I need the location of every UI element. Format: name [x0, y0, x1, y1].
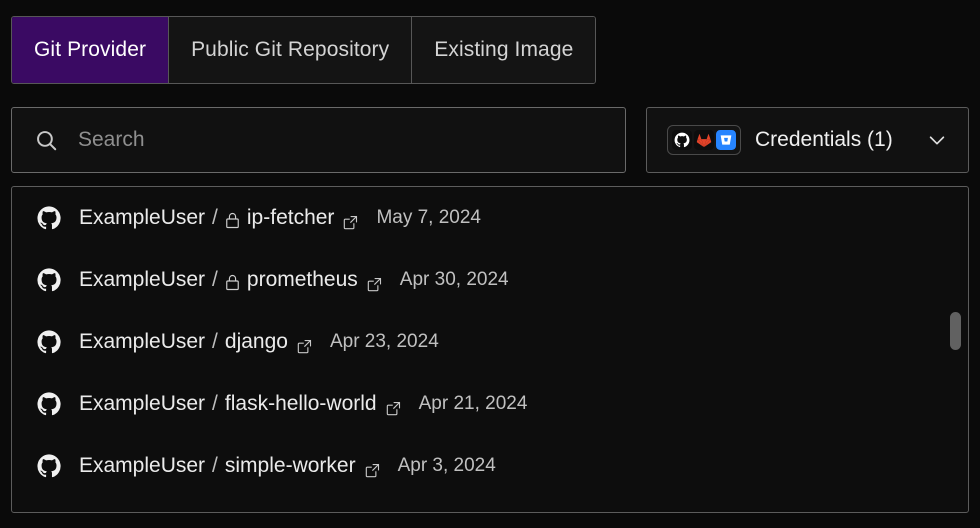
external-link-icon[interactable]: [365, 460, 380, 477]
repository-row[interactable]: ExampleUser / ip-fetcher May 7, 2024: [12, 187, 968, 249]
path-separator: /: [212, 330, 218, 353]
tab-public-git-repository[interactable]: Public Git Repository: [169, 17, 413, 83]
repository-updated-date: Apr 21, 2024: [418, 393, 528, 414]
repo-list-scrollbar[interactable]: [950, 312, 961, 350]
repository-owner: ExampleUser: [79, 392, 206, 415]
repository-path: ExampleUser / simple-worker: [79, 454, 380, 478]
path-separator: /: [212, 268, 218, 291]
lock-icon: [225, 211, 240, 228]
repository-name: ip-fetcher: [246, 206, 335, 229]
credentials-label: Credentials (1): [755, 128, 893, 151]
path-separator: /: [212, 206, 218, 229]
repository-owner: ExampleUser: [79, 454, 206, 477]
repository-row[interactable]: ExampleUser / simple-worker Apr 3, 2024: [12, 435, 968, 497]
repository-row[interactable]: ExampleUser / prometheus Apr 30, 2024: [12, 249, 968, 311]
credentials-dropdown[interactable]: Credentials (1): [646, 107, 969, 173]
repository-list-panel: ExampleUser / ip-fetcher May 7, 2024 Example…: [11, 186, 969, 513]
repository-picker-page: Git Provider Public Git Repository Existin…: [0, 0, 980, 528]
external-link-icon[interactable]: [297, 336, 312, 353]
repository-name: django: [224, 330, 288, 353]
repository-path: ExampleUser / flask-hello-world: [79, 392, 401, 416]
lock-icon: [225, 273, 240, 290]
github-icon: [36, 329, 62, 355]
github-icon: [36, 205, 62, 231]
tab-existing-image[interactable]: Existing Image: [412, 17, 596, 83]
github-icon: [36, 267, 62, 293]
repository-name: simple-worker: [224, 454, 356, 477]
repository-path: ExampleUser / django: [79, 330, 312, 354]
gitlab-icon: [693, 129, 715, 151]
external-link-icon[interactable]: [367, 274, 382, 291]
repository-name: prometheus: [246, 268, 358, 291]
repository-name: flask-hello-world: [224, 392, 377, 415]
tab-git-provider[interactable]: Git Provider: [12, 17, 170, 83]
repository-updated-date: Apr 23, 2024: [329, 331, 439, 352]
path-separator: /: [212, 392, 218, 415]
credential-provider-icons: [667, 125, 741, 155]
repository-path: ExampleUser / ip-fetcher: [79, 206, 358, 230]
source-type-tabs: Git Provider Public Git Repository Existin…: [11, 16, 597, 84]
github-icon: [36, 453, 62, 479]
repository-row[interactable]: ExampleUser / flask-hello-world Apr 21, 202…: [12, 373, 968, 435]
external-link-icon[interactable]: [386, 398, 401, 415]
repository-owner: ExampleUser: [79, 268, 206, 291]
repository-row[interactable]: ExampleUser / django Apr 23, 2024: [12, 311, 968, 373]
repository-updated-date: Apr 3, 2024: [397, 455, 496, 476]
search-input[interactable]: [76, 127, 603, 153]
repository-owner: ExampleUser: [79, 206, 206, 229]
chevron-down-icon[interactable]: [926, 129, 948, 151]
repository-owner: ExampleUser: [79, 330, 206, 353]
search-box[interactable]: [11, 107, 626, 173]
github-icon: [671, 129, 693, 151]
repository-updated-date: Apr 30, 2024: [399, 269, 509, 290]
github-icon: [36, 391, 62, 417]
bitbucket-icon: [715, 129, 737, 151]
repository-list: ExampleUser / ip-fetcher May 7, 2024 Example…: [12, 187, 968, 497]
repository-path: ExampleUser / prometheus: [79, 268, 382, 292]
path-separator: /: [212, 454, 218, 477]
search-icon: [34, 128, 59, 153]
external-link-icon[interactable]: [343, 212, 358, 229]
repository-updated-date: May 7, 2024: [376, 207, 482, 228]
